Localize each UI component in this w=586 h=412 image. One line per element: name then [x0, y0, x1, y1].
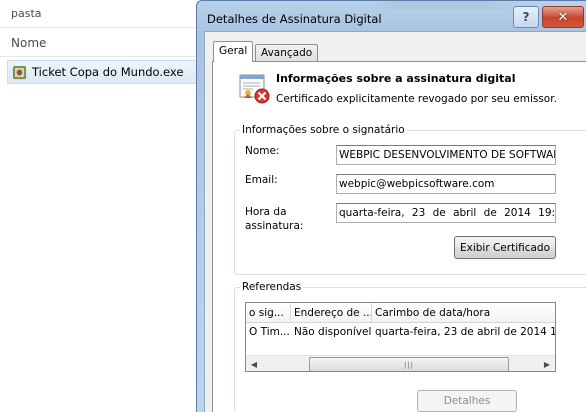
file-name: Ticket Copa do Mundo.exe: [32, 65, 184, 79]
name-label: Nome:: [245, 145, 280, 157]
scroll-left-icon[interactable]: ◀: [246, 357, 262, 371]
list-item[interactable]: O Tim... Não disponível quarta-feira, 23…: [246, 323, 556, 341]
help-button[interactable]: ?: [513, 6, 539, 28]
background-toolbar-ghost: [367, 1, 517, 9]
close-icon: ✕: [557, 9, 569, 25]
column-header-address[interactable]: Endereço de ...: [291, 303, 372, 323]
signing-time-label-line2: assinatura:: [245, 220, 304, 232]
name-field[interactable]: WEBPIC DESENVOLVIMENTO DE SOFTWARE LT: [336, 145, 556, 165]
tab-geral[interactable]: Geral: [213, 41, 254, 62]
signer-group-label: Informações sobre o signatário: [240, 124, 407, 136]
dialog-title: Detalhes de Assinatura Digital: [207, 12, 382, 26]
cell-signer: O Tim...: [249, 326, 290, 338]
breadcrumb[interactable]: pasta: [11, 7, 42, 20]
help-icon: ?: [522, 10, 530, 24]
signing-time-label: Hora da assinatura:: [245, 205, 303, 233]
column-header-timestamp[interactable]: Carimbo de data/hora: [372, 303, 555, 323]
countersignatures-list[interactable]: o sig... Endereço de ... Carimbo de data…: [245, 302, 556, 372]
signer-info-group: Informações sobre o signatário Nome: WEB…: [234, 124, 586, 275]
email-label: Email:: [245, 174, 278, 186]
cell-address: Não disponível: [294, 326, 372, 338]
signing-time-field[interactable]: quarta-feira, 23 de abril de 2014 19:46:…: [336, 203, 556, 223]
exe-file-icon: [12, 65, 27, 80]
countersignatures-group-label: Referendas: [240, 281, 304, 293]
column-header-name[interactable]: Nome: [0, 27, 200, 57]
column-header-signer[interactable]: o sig...: [246, 303, 291, 323]
explorer-window: pasta Nome Ticket Copa do Mundo.exe: [0, 0, 200, 412]
tab-avancado[interactable]: Avançado: [255, 44, 319, 62]
horizontal-scrollbar[interactable]: ◀ ||| ▶: [246, 355, 555, 371]
close-button[interactable]: ✕: [542, 6, 584, 28]
list-header: o sig... Endereço de ... Carimbo de data…: [246, 303, 555, 323]
dialog-client-area: Geral Avançado Informações sobre a assin…: [204, 31, 586, 412]
certificate-revoked-icon: [239, 74, 270, 104]
details-button[interactable]: Detalhes: [417, 390, 517, 412]
cell-timestamp: quarta-feira, 23 de abril de 2014 19...: [375, 326, 556, 338]
signature-details-dialog: Detalhes de Assinatura Digital ? ✕ Geral…: [196, 0, 586, 412]
signing-time-label-line1: Hora da: [245, 206, 287, 218]
scroll-right-icon[interactable]: ▶: [539, 357, 555, 371]
column-header-label: Nome: [11, 36, 47, 50]
view-certificate-button[interactable]: Exibir Certificado: [454, 236, 556, 259]
scrollbar-thumb[interactable]: |||: [309, 357, 509, 371]
info-title: Informações sobre a assinatura digital: [276, 72, 516, 85]
header-divider: [0, 56, 200, 57]
file-item[interactable]: Ticket Copa do Mundo.exe: [7, 60, 200, 84]
countersignatures-group: Referendas o sig... Endereço de ... Cari…: [234, 281, 586, 412]
tab-panel-geral: Informações sobre a assinatura digital C…: [212, 61, 586, 412]
email-field[interactable]: webpic@webpicsoftware.com: [336, 174, 556, 194]
certificate-status: Certificado explicitamente revogado por …: [276, 93, 557, 105]
